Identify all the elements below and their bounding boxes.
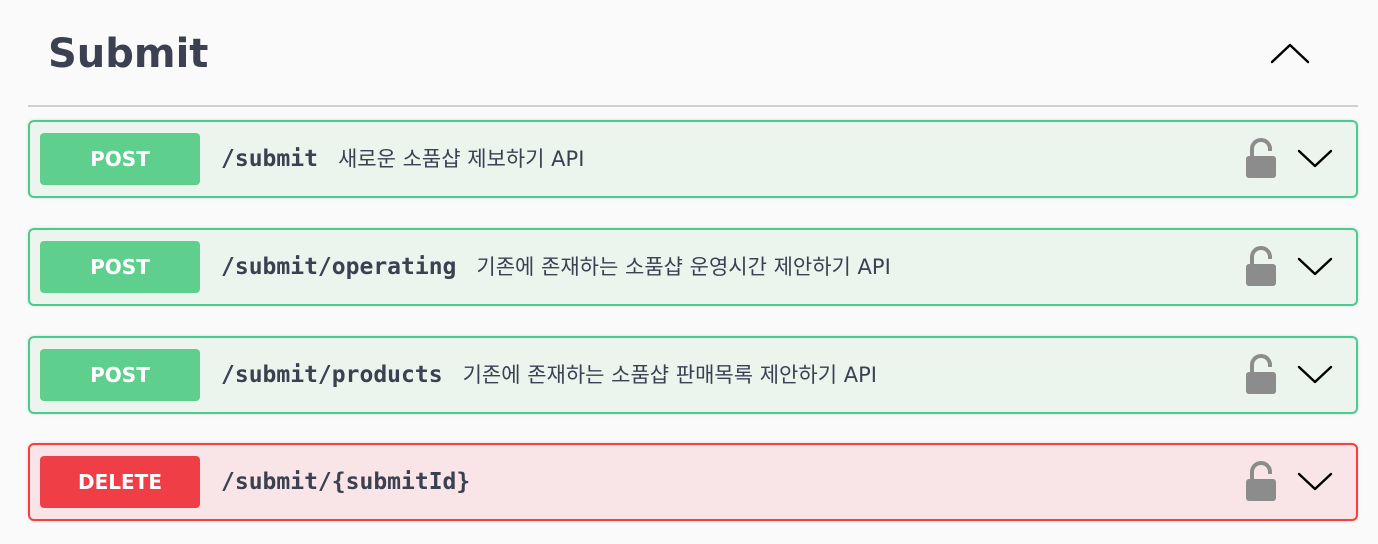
operation-post-submit-operating[interactable]: POST /submit/operating 기존에 존재하는 소품샵 운영시간… [28,228,1358,306]
operation-delete-submit-id[interactable]: DELETE /submit/{submitId} [28,443,1358,521]
unlocked-lock-icon[interactable] [1244,352,1278,396]
operation-path-row: /submit 새로운 소품샵 제보하기 API [221,142,584,176]
operation-summary: 새로운 소품샵 제보하기 API [337,147,585,171]
operation-path: /submit/products [221,362,443,388]
unlocked-lock-icon[interactable] [1244,459,1278,503]
tag-header[interactable]: Submit [28,0,1358,107]
method-badge: POST [40,349,200,401]
unlocked-lock-icon[interactable] [1244,244,1278,288]
operation-path-row: /submit/operating 기존에 존재하는 소품샵 운영시간 제안하기… [221,250,891,284]
chevron-down-icon[interactable] [1296,356,1334,392]
operation-path: /submit [221,146,318,172]
operation-path: /submit/operating [221,254,457,280]
chevron-down-icon[interactable] [1296,248,1334,284]
operation-post-submit-products[interactable]: POST /submit/products 기존에 존재하는 소품샵 판매목록 … [28,336,1358,414]
method-badge: DELETE [40,456,200,508]
operation-path-row: /submit/{submitId} [221,465,490,499]
method-badge: POST [40,241,200,293]
operation-path: /submit/{submitId} [221,469,471,495]
operation-summary: 기존에 존재하는 소품샵 판매목록 제안하기 API [462,363,877,387]
submit-tag-section: Submit POST /submit 새로운 소품샵 제보하기 API POS… [0,0,1378,544]
chevron-down-icon[interactable] [1296,140,1334,176]
operation-post-submit[interactable]: POST /submit 새로운 소품샵 제보하기 API [28,120,1358,198]
tag-title: Submit [48,31,209,77]
operation-summary: 기존에 존재하는 소품샵 운영시간 제안하기 API [476,255,891,279]
operation-path-row: /submit/products 기존에 존재하는 소품샵 판매목록 제안하기 … [221,358,877,392]
method-badge: POST [40,133,200,185]
unlocked-lock-icon[interactable] [1244,136,1278,180]
chevron-down-icon[interactable] [1296,463,1334,499]
chevron-up-icon[interactable] [1268,36,1312,70]
